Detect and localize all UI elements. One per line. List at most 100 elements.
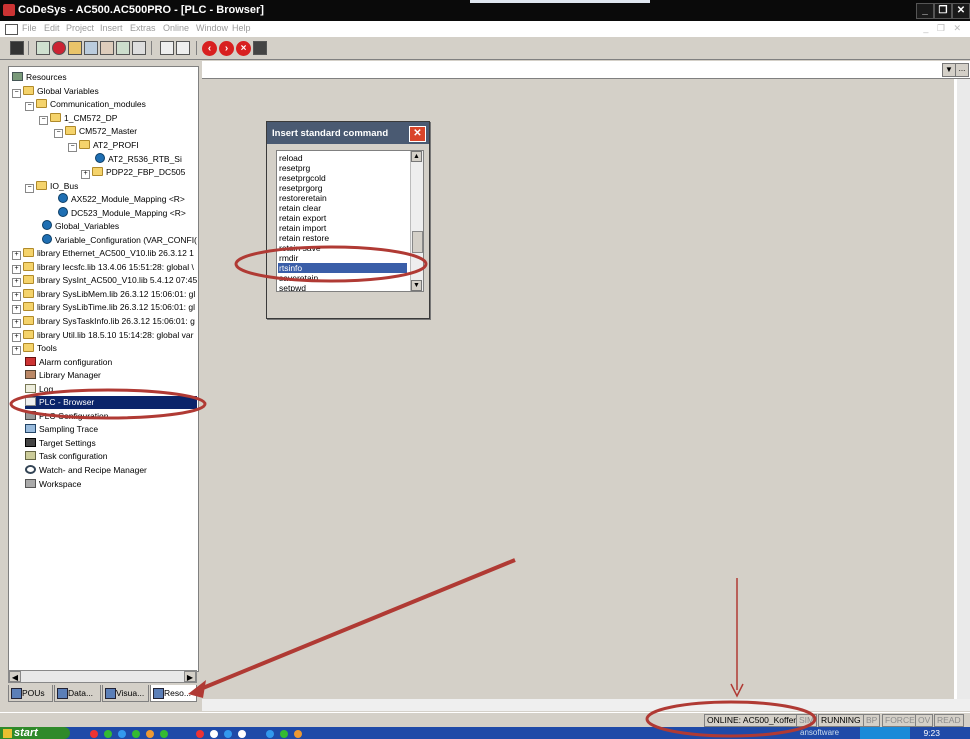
collapse-icon[interactable]: −	[54, 129, 63, 138]
resource-tree[interactable]: Resources − Global Variables − Communicati…	[8, 66, 199, 672]
tree-item-library-syslibtime[interactable]: + library SysLibTime.lib 26.3.12 15:06:01…	[12, 301, 195, 314]
list-item-selected[interactable]: rtsinfo	[278, 263, 407, 273]
list-item[interactable]: resetprg	[279, 163, 310, 173]
quicklaunch-icon[interactable]	[104, 730, 112, 738]
list-item[interactable]: rmdir	[279, 253, 298, 263]
tree-item-resources[interactable]: Resources	[12, 71, 67, 84]
menu-help[interactable]: Help	[232, 23, 251, 33]
dialog-title-bar[interactable]: Insert standard command ✕	[267, 122, 429, 144]
tree-item-library-ethernet[interactable]: + library Ethernet_AC500_V10.lib 26.3.12 …	[12, 247, 194, 260]
scroll-thumb[interactable]	[412, 231, 423, 253]
quicklaunch-icon[interactable]	[196, 730, 204, 738]
quicklaunch-icon[interactable]	[266, 730, 274, 738]
tree-item-alarm-configuration[interactable]: Alarm configuration	[25, 356, 112, 369]
tree-item-tools[interactable]: + Tools	[12, 342, 57, 355]
tree-item-target-settings[interactable]: Target Settings	[25, 437, 96, 450]
stop-icon[interactable]	[100, 41, 114, 55]
start-button[interactable]: start	[0, 727, 70, 739]
scroll-left-arrow-icon[interactable]: ◀	[9, 671, 21, 682]
scroll-up-arrow-icon[interactable]: ▲	[411, 151, 422, 162]
tree-item-cm572-master[interactable]: − CM572_Master	[54, 125, 137, 138]
close-button[interactable]: ✕	[952, 3, 970, 19]
command-dropdown-button[interactable]: ▼	[942, 63, 956, 77]
collapse-icon[interactable]: −	[25, 184, 34, 193]
tree-item-sampling-trace[interactable]: Sampling Trace	[25, 423, 98, 436]
tree-item-library-util[interactable]: + library Util.lib 18.5.10 15:14:28: glob…	[12, 329, 193, 342]
tree-item-library-systaskinfo[interactable]: + library SysTaskInfo.lib 26.3.12 15:06:0…	[12, 315, 195, 328]
tree-item-plc-browser[interactable]: PLC - Browser	[25, 396, 197, 409]
list-item[interactable]: retain clear	[279, 203, 321, 213]
tab-resources[interactable]: Reso...	[150, 685, 197, 702]
tree-item-library-manager[interactable]: Library Manager	[25, 369, 101, 382]
list-item[interactable]: restoreretain	[279, 193, 327, 203]
copy-icon[interactable]	[176, 41, 190, 55]
collapse-icon[interactable]: −	[12, 89, 21, 98]
tree-item-at2-r536-rtb[interactable]: AT2_R536_RTB_Si	[95, 153, 182, 166]
expand-icon[interactable]: +	[12, 251, 21, 260]
taskbar-window-label[interactable]: ansoftware	[800, 727, 839, 739]
expand-icon[interactable]: +	[12, 278, 21, 287]
scroll-down-arrow-icon[interactable]: ▼	[411, 280, 422, 291]
tree-horizontal-scrollbar[interactable]: ◀ ▶	[8, 670, 197, 683]
insert-command-button[interactable]: ...	[955, 63, 969, 77]
quicklaunch-icon[interactable]	[146, 730, 154, 738]
tree-item-plc-configuration[interactable]: PLC Configuration	[25, 410, 108, 423]
tree-item-library-sysint[interactable]: + library SysInt_AC500_V10.lib 5.4.12 07:…	[12, 274, 197, 287]
tab-data-types[interactable]: Data...	[54, 685, 101, 702]
list-item[interactable]: resetprgorg	[279, 183, 322, 193]
tree-item-log[interactable]: Log	[25, 383, 53, 396]
output-horizontal-scrollbar[interactable]	[202, 699, 970, 711]
output-vertical-scrollbar[interactable]	[957, 79, 970, 699]
dialog-close-button[interactable]: ✕	[409, 126, 426, 142]
list-item[interactable]: reload	[279, 153, 303, 163]
tree-item-1-cm572-dp[interactable]: −1_CM572_DP	[39, 112, 117, 125]
expand-icon[interactable]: +	[12, 305, 21, 314]
run-icon[interactable]	[84, 41, 98, 55]
expand-icon[interactable]: +	[12, 265, 21, 274]
menu-project[interactable]: Project	[66, 23, 94, 33]
save-icon[interactable]	[10, 41, 24, 55]
expand-icon[interactable]: +	[12, 333, 21, 342]
list-item[interactable]: resetprgcold	[279, 173, 326, 183]
minimize-button[interactable]: _	[916, 3, 934, 19]
step-icon[interactable]	[116, 41, 130, 55]
mdi-window-controls[interactable]: _ ❐ ✕	[923, 23, 964, 34]
cancel-icon[interactable]: ×	[236, 41, 251, 56]
tree-item-io-bus[interactable]: − IO_Bus	[25, 180, 78, 193]
quicklaunch-icon[interactable]	[90, 730, 98, 738]
logout-icon[interactable]	[68, 41, 82, 55]
login-icon[interactable]	[52, 41, 66, 55]
quicklaunch-icon[interactable]	[160, 730, 168, 738]
tree-item-library-syslibmem[interactable]: + library SysLibMem.lib 26.3.12 15:06:01:…	[12, 288, 195, 301]
maximize-button[interactable]: ❐	[934, 3, 952, 19]
scroll-right-arrow-icon[interactable]: ▶	[184, 671, 196, 682]
list-item[interactable]: retain restore	[279, 233, 329, 243]
tree-item-at2-profi[interactable]: − AT2_PROFI	[68, 139, 139, 152]
expand-icon[interactable]: +	[12, 292, 21, 301]
list-item[interactable]: retain save	[279, 243, 321, 253]
expand-icon[interactable]: +	[12, 319, 21, 328]
collapse-icon[interactable]: −	[39, 116, 48, 125]
command-list-scrollbar[interactable]: ▲ ▼	[410, 151, 423, 291]
list-item[interactable]: saveretain	[279, 273, 318, 283]
tree-item-global-variables-list[interactable]: Global_Variables	[42, 220, 119, 233]
quicklaunch-icon[interactable]	[280, 730, 288, 738]
menu-file[interactable]: File	[22, 23, 37, 33]
menu-edit[interactable]: Edit	[44, 23, 60, 33]
tree-item-task-configuration[interactable]: Task configuration	[25, 450, 108, 463]
menu-insert[interactable]: Insert	[100, 23, 123, 33]
list-item[interactable]: retain export	[279, 213, 326, 223]
list-item[interactable]: setpwd	[279, 283, 306, 291]
quicklaunch-icon[interactable]	[118, 730, 126, 738]
tree-item-library-iecsfc[interactable]: + library Iecsfc.lib 13.4.06 15:51:28: gl…	[12, 261, 194, 274]
tree-item-workspace[interactable]: Workspace	[25, 478, 81, 491]
back-icon[interactable]: ‹	[202, 41, 217, 56]
expand-icon[interactable]: +	[12, 346, 21, 355]
command-list[interactable]: reload resetprg resetprgcold resetprgorg…	[276, 150, 424, 292]
collapse-icon[interactable]: −	[68, 143, 77, 152]
command-input-bar[interactable]: ▼ ...	[202, 61, 970, 79]
tree-item-pdp22-fbp-dc505[interactable]: + PDP22_FBP_DC505	[81, 166, 185, 179]
tree-item-dc523-mapping[interactable]: DC523_Module_Mapping <R>	[58, 207, 186, 220]
list-item[interactable]: retain import	[279, 223, 326, 233]
cut-icon[interactable]	[160, 41, 174, 55]
